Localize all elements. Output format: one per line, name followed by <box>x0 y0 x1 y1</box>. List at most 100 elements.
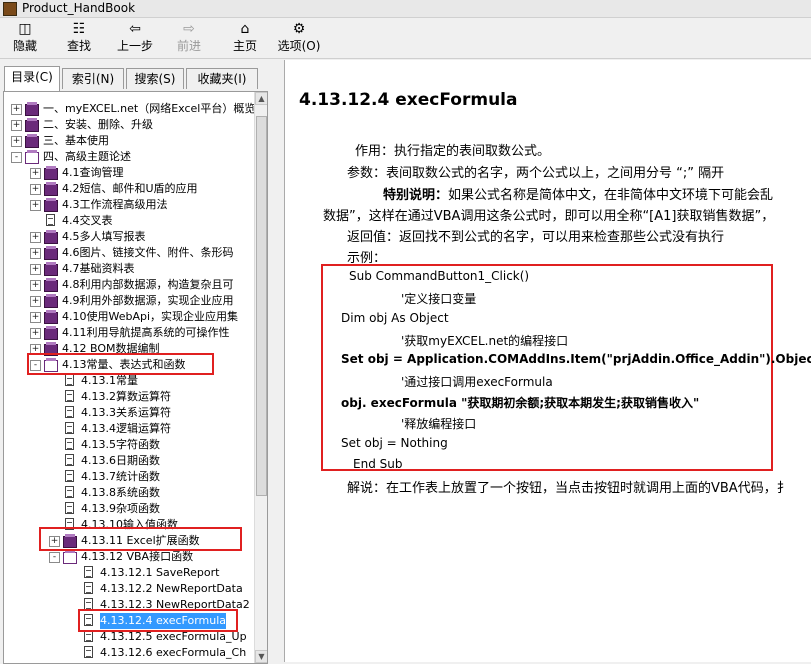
tab-favorites[interactable]: 收藏夹(I) <box>186 68 258 89</box>
tree-item[interactable]: 4.4交叉表 <box>4 213 254 229</box>
book-icon <box>44 278 58 292</box>
tree-item[interactable]: 4.13.8系统函数 <box>4 485 254 501</box>
scroll-thumb[interactable] <box>256 116 267 496</box>
expand-icon[interactable]: + <box>30 280 41 291</box>
tree-item[interactable]: +4.8利用内部数据源，构造复杂且可 <box>4 277 254 293</box>
scroll-down-icon[interactable]: ▼ <box>255 650 267 663</box>
tree-item[interactable]: +4.1查询管理 <box>4 165 254 181</box>
tree-item[interactable]: + 一、myEXCEL.net（网络Excel平台）概览 <box>4 101 254 117</box>
collapse-icon[interactable]: - <box>49 552 60 563</box>
tree-item[interactable]: - 四、高级主题论述 <box>4 149 254 165</box>
code-line: Dim obj As Object <box>341 311 449 325</box>
tree-item[interactable]: 4.13.7统计函数 <box>4 469 254 485</box>
tree-item[interactable]: 4.13.12.2 NewReportData <box>4 581 254 597</box>
tree-item-label: 4.13.9杂项函数 <box>81 502 160 515</box>
tree-item[interactable]: +4.2短信、邮件和U盾的应用 <box>4 181 254 197</box>
page-icon <box>65 406 74 418</box>
page-icon <box>65 502 74 514</box>
collapse-icon[interactable]: - <box>11 152 22 163</box>
expand-icon[interactable]: + <box>30 248 41 259</box>
expand-icon[interactable]: + <box>30 328 41 339</box>
returns-text: 返回值：返回找不到公式的名字，可以用来检查那些公式没有执行 <box>347 230 725 245</box>
tab-contents[interactable]: 目录(C) <box>4 66 60 91</box>
tree-item[interactable]: +4.10使用WebApi，实现企业应用集 <box>4 309 254 325</box>
tree-item-label: 4.9利用外部数据源，实现企业应用 <box>62 294 234 307</box>
book-icon <box>44 198 58 212</box>
tree-item-label: 4.11利用导航提高系统的可操作性 <box>62 326 230 339</box>
expand-icon[interactable]: + <box>11 104 22 115</box>
code-line: Set obj = Application.COMAddIns.Item("pr… <box>341 352 811 366</box>
tree-item-label: 一、myEXCEL.net（网络Excel平台）概览 <box>43 102 254 115</box>
hide-icon: ◫ <box>18 21 32 37</box>
book-icon <box>44 262 58 276</box>
expand-icon[interactable]: + <box>11 120 22 131</box>
hide-button[interactable]: ◫ 隐藏 <box>8 21 42 55</box>
expand-icon[interactable]: + <box>30 264 41 275</box>
home-button[interactable]: ⌂ 主页 <box>228 21 262 55</box>
tab-index[interactable]: 索引(N) <box>62 68 124 89</box>
page-icon <box>65 486 74 498</box>
tree-item[interactable]: +4.7基础资料表 <box>4 261 254 277</box>
forward-button[interactable]: ⇨ 前进 <box>172 21 206 55</box>
page-icon <box>84 566 93 578</box>
options-button[interactable]: ⚙ 选项(O) <box>276 21 322 55</box>
tree-item[interactable]: 4.13.5字符函数 <box>4 437 254 453</box>
tree-item-label: 4.13.12.6 execFormula_Ch <box>100 646 247 659</box>
highlight-box-4-13 <box>27 353 214 375</box>
back-button[interactable]: ⇦ 上一步 <box>113 21 157 55</box>
tree-item[interactable]: +4.9利用外部数据源，实现企业应用 <box>4 293 254 309</box>
book-icon <box>44 230 58 244</box>
page-icon <box>65 438 74 450</box>
tree-item-label: 4.13.12.2 NewReportData <box>100 582 243 595</box>
tree-item-label: 4.13.8系统函数 <box>81 486 160 499</box>
tree-item[interactable]: 4.13.6日期函数 <box>4 453 254 469</box>
tree-item[interactable]: 4.13.4逻辑运算符 <box>4 421 254 437</box>
purpose-text: 作用：执行指定的表间取数公式。 <box>355 144 551 159</box>
book-icon <box>25 102 39 116</box>
book-icon <box>44 310 58 324</box>
tree-item[interactable]: 4.13.1常量 <box>4 373 254 389</box>
tree-item[interactable]: - 4.13.12 VBA接口函数 <box>4 549 254 565</box>
tree-item-label: 4.13.5字符函数 <box>81 438 160 451</box>
tree-item[interactable]: 4.13.12.6 execFormula_Ch <box>4 645 254 661</box>
tree-item[interactable]: +4.3工作流程高级用法 <box>4 197 254 213</box>
tree-scrollbar[interactable]: ▲ ▼ <box>254 92 267 663</box>
page-icon <box>65 422 74 434</box>
tab-search[interactable]: 搜索(S) <box>126 68 184 89</box>
topic-heading: 4.13.12.4 execFormula <box>299 90 518 110</box>
tree-item[interactable]: +4.5多人填写报表 <box>4 229 254 245</box>
tree-item[interactable]: +4.6图片、链接文件、附件、条形码 <box>4 245 254 261</box>
scroll-up-icon[interactable]: ▲ <box>255 92 267 105</box>
tree-item-label: 4.13.3关系运算符 <box>81 406 171 419</box>
special-note-continued: 数据”，这样在通过VBA调用这条公式时，即可以用全称“[A1]获取销售数据”， <box>323 209 775 224</box>
page-icon <box>84 646 93 658</box>
highlight-box-4-13-11 <box>39 527 242 551</box>
expand-icon[interactable]: + <box>30 232 41 243</box>
tree-item[interactable]: 4.13.3关系运算符 <box>4 405 254 421</box>
tree-item-label: 4.7基础资料表 <box>62 262 135 275</box>
expand-icon[interactable]: + <box>30 184 41 195</box>
book-icon <box>44 326 58 340</box>
tree-item-label: 4.13.12.1 SaveReport <box>100 566 220 579</box>
tree-item[interactable]: 4.13.2算数运算符 <box>4 389 254 405</box>
expand-icon[interactable]: + <box>11 136 22 147</box>
tree-item-label: 4.13.12 VBA接口函数 <box>81 550 194 563</box>
expand-icon[interactable]: + <box>30 200 41 211</box>
find-label: 查找 <box>66 39 91 53</box>
tree-item[interactable]: + 二、安装、删除、升级 <box>4 117 254 133</box>
tree-item[interactable]: +4.11利用导航提高系统的可操作性 <box>4 325 254 341</box>
tree-item-label: 四、高级主题论述 <box>43 150 131 163</box>
tree-item-label: 4.2短信、邮件和U盾的应用 <box>62 182 198 195</box>
explain-text: 解说：在工作表上放置了一个按钮，当点击按钮时就调用上面的VBA代码，扌 <box>347 481 790 496</box>
page-icon <box>65 390 74 402</box>
expand-icon[interactable]: + <box>30 312 41 323</box>
find-button[interactable]: ☷ 查找 <box>62 21 96 55</box>
tree-item[interactable]: 4.13.9杂项函数 <box>4 501 254 517</box>
tree-item[interactable]: 4.13.12.1 SaveReport <box>4 565 254 581</box>
back-label: 上一步 <box>116 39 153 53</box>
expand-icon[interactable]: + <box>30 296 41 307</box>
open-book-icon <box>25 150 39 164</box>
code-line: '定义接口变量 <box>401 292 477 306</box>
tree-item[interactable]: + 三、基本使用 <box>4 133 254 149</box>
expand-icon[interactable]: + <box>30 168 41 179</box>
